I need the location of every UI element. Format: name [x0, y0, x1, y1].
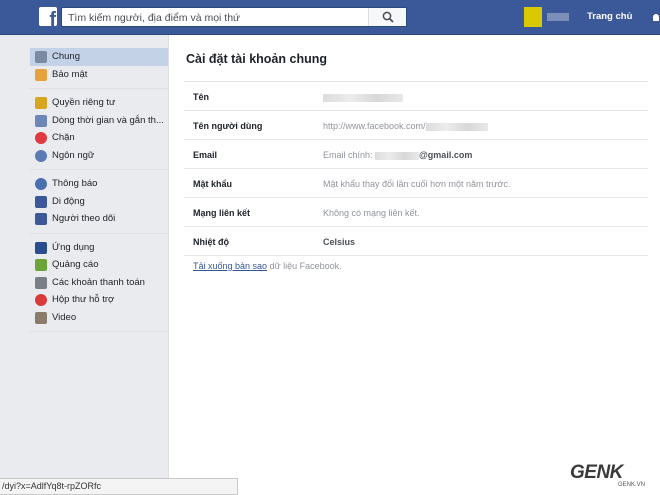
settings-row-value	[323, 92, 403, 102]
sidebar-item-label: Quyền riêng tư	[52, 97, 116, 108]
settings-row[interactable]: Email Email chính: @gmail.com	[184, 140, 648, 169]
settings-list: Tên Tên người dùng http://www.facebook.com…	[184, 81, 648, 256]
sidebar-item[interactable]: Di động	[30, 193, 168, 211]
sidebar-item[interactable]: Video	[30, 309, 168, 327]
sidebar-group: Quyền riêng tư Dòng thời gian và gắn th..…	[30, 94, 168, 170]
settings-row-label: Mạng liên kết	[193, 208, 251, 218]
support-lifebuoy-icon	[35, 294, 47, 306]
ads-icon	[35, 259, 47, 271]
facebook-logo-icon[interactable]: f	[39, 7, 57, 26]
gear-icon	[35, 51, 47, 63]
home-link[interactable]: Trang chủ	[587, 11, 632, 22]
settings-row[interactable]: Mật khẩu Mật khẩu thay đổi lần cuối hơn m…	[184, 169, 648, 198]
rss-icon	[35, 213, 47, 225]
settings-content: Cài đặt tài khoản chung Tên Tên người dùn…	[168, 35, 660, 495]
blurred-value	[375, 151, 420, 160]
page-title: Cài đặt tài khoản chung	[186, 52, 327, 66]
value-suffix: @gmail.com	[419, 150, 473, 160]
globe-icon	[35, 149, 47, 162]
download-rest-text: dữ liệu Facebook.	[267, 261, 342, 271]
settings-row-value: Mật khẩu thay đổi lần cuối hơn một năm t…	[323, 179, 510, 189]
video-film-icon	[35, 311, 47, 324]
value-text: Mật khẩu thay đổi lần cuối hơn một năm t…	[323, 179, 511, 189]
download-copy-link[interactable]: Tải xuống bản sao	[193, 261, 267, 271]
block-icon	[35, 132, 47, 144]
profile-avatar[interactable]	[524, 7, 542, 27]
watermark-sub: GENK.VN	[618, 482, 646, 488]
timeline-icon	[35, 114, 47, 127]
value-text: Email chính:	[323, 150, 376, 160]
browser-status-url: /dyi?x=AdlfYq8t-rpZORfc	[0, 478, 238, 495]
sidebar-item-label: Quảng cáo	[52, 259, 99, 270]
settings-row-value: Celsius	[323, 237, 355, 247]
sidebar-item[interactable]: Ngôn ngữ	[30, 147, 168, 165]
sidebar-item[interactable]: Người theo dõi	[30, 210, 168, 228]
settings-row-label: Nhiệt độ	[193, 237, 229, 247]
settings-row-label: Mật khẩu	[193, 179, 233, 189]
search-box	[61, 7, 407, 27]
sidebar-group: Chung Bảo mật	[30, 48, 168, 89]
search-input[interactable]	[68, 10, 368, 25]
credit-card-icon	[35, 276, 47, 289]
shield-icon	[35, 68, 47, 81]
sidebar-item-label: Ngôn ngữ	[52, 149, 95, 161]
blurred-value	[425, 122, 488, 131]
settings-row[interactable]: Tên	[184, 82, 648, 111]
value-text: http://www.facebook.com/	[323, 121, 426, 131]
sidebar-item[interactable]: Chặn	[30, 129, 168, 147]
settings-row[interactable]: Nhiệt độ Celsius	[184, 227, 648, 256]
settings-row[interactable]: Tên người dùng http://www.facebook.com/	[184, 111, 648, 140]
sidebar-item-label: Chung	[52, 51, 80, 62]
sidebar-item-label: Người theo dõi	[52, 213, 116, 224]
lock-icon	[35, 97, 47, 109]
settings-row-label: Tên người dùng	[193, 121, 263, 131]
sidebar-item[interactable]: Bảo mật	[30, 66, 168, 84]
watermark-main: GENK	[570, 462, 623, 483]
profile-name-blurred[interactable]	[547, 13, 569, 21]
sidebar-item[interactable]: Quảng cáo	[30, 256, 168, 274]
sidebar-item-label: Chặn	[52, 132, 75, 143]
download-data-text: Tải xuống bản sao dữ liệu Facebook.	[193, 261, 342, 271]
settings-row-value: Email chính: @gmail.com	[323, 150, 472, 160]
sidebar-group: Thông báo Di động Người theo dõi	[30, 175, 168, 234]
sidebar-item-label: Dòng thời gian và gắn th...	[52, 114, 164, 126]
settings-row[interactable]: Mạng liên kết Không có mạng liên kết.	[184, 198, 648, 227]
search-icon	[382, 11, 394, 23]
value-text: Celsius	[323, 237, 356, 247]
apps-icon	[35, 241, 47, 254]
settings-row-label: Email	[193, 150, 218, 160]
sidebar-item-label: Thông báo	[52, 178, 98, 189]
sidebar-item[interactable]: Thông báo	[30, 175, 168, 193]
mobile-icon	[35, 195, 47, 208]
sidebar-item-label: Bảo mật	[52, 68, 88, 80]
blurred-value	[323, 93, 403, 102]
value-text: Không có mạng liên kết.	[323, 208, 420, 218]
top-navigation-bar: f Trang chủ	[0, 0, 660, 35]
sidebar-item-label: Video	[52, 311, 77, 323]
sidebar-item[interactable]: Ứng dụng	[30, 239, 168, 257]
sidebar-item[interactable]: Quyền riêng tư	[30, 94, 168, 112]
settings-row-label: Tên	[193, 92, 210, 102]
settings-row-value: http://www.facebook.com/	[323, 121, 488, 131]
sidebar-item-label: Hộp thư hỗ trợ	[52, 294, 115, 305]
sidebar-group: Ứng dụng Quảng cáo Các khoản thanh toán Hộp…	[30, 239, 168, 332]
settings-row-value: Không có mạng liên kết.	[323, 208, 420, 218]
sidebar-item[interactable]: Hộp thư hỗ trợ	[30, 291, 168, 309]
genk-watermark-logo: GENK GENK.VN	[570, 462, 656, 492]
notification-globe-icon	[35, 178, 47, 190]
sidebar-item[interactable]: Chung	[30, 48, 168, 66]
sidebar-item[interactable]: Dòng thời gian và gắn th...	[30, 112, 168, 130]
sidebar-item-label: Di động	[52, 195, 85, 207]
sidebar-item[interactable]: Các khoản thanh toán	[30, 274, 168, 292]
sidebar-item-label: Ứng dụng	[52, 241, 95, 253]
search-button[interactable]	[368, 8, 406, 26]
friend-requests-icon[interactable]	[653, 14, 659, 21]
sidebar-item-label: Các khoản thanh toán	[52, 276, 145, 288]
settings-sidebar: Chung Bảo mật Quyền riêng tư Dòng thời gian…	[30, 48, 168, 337]
